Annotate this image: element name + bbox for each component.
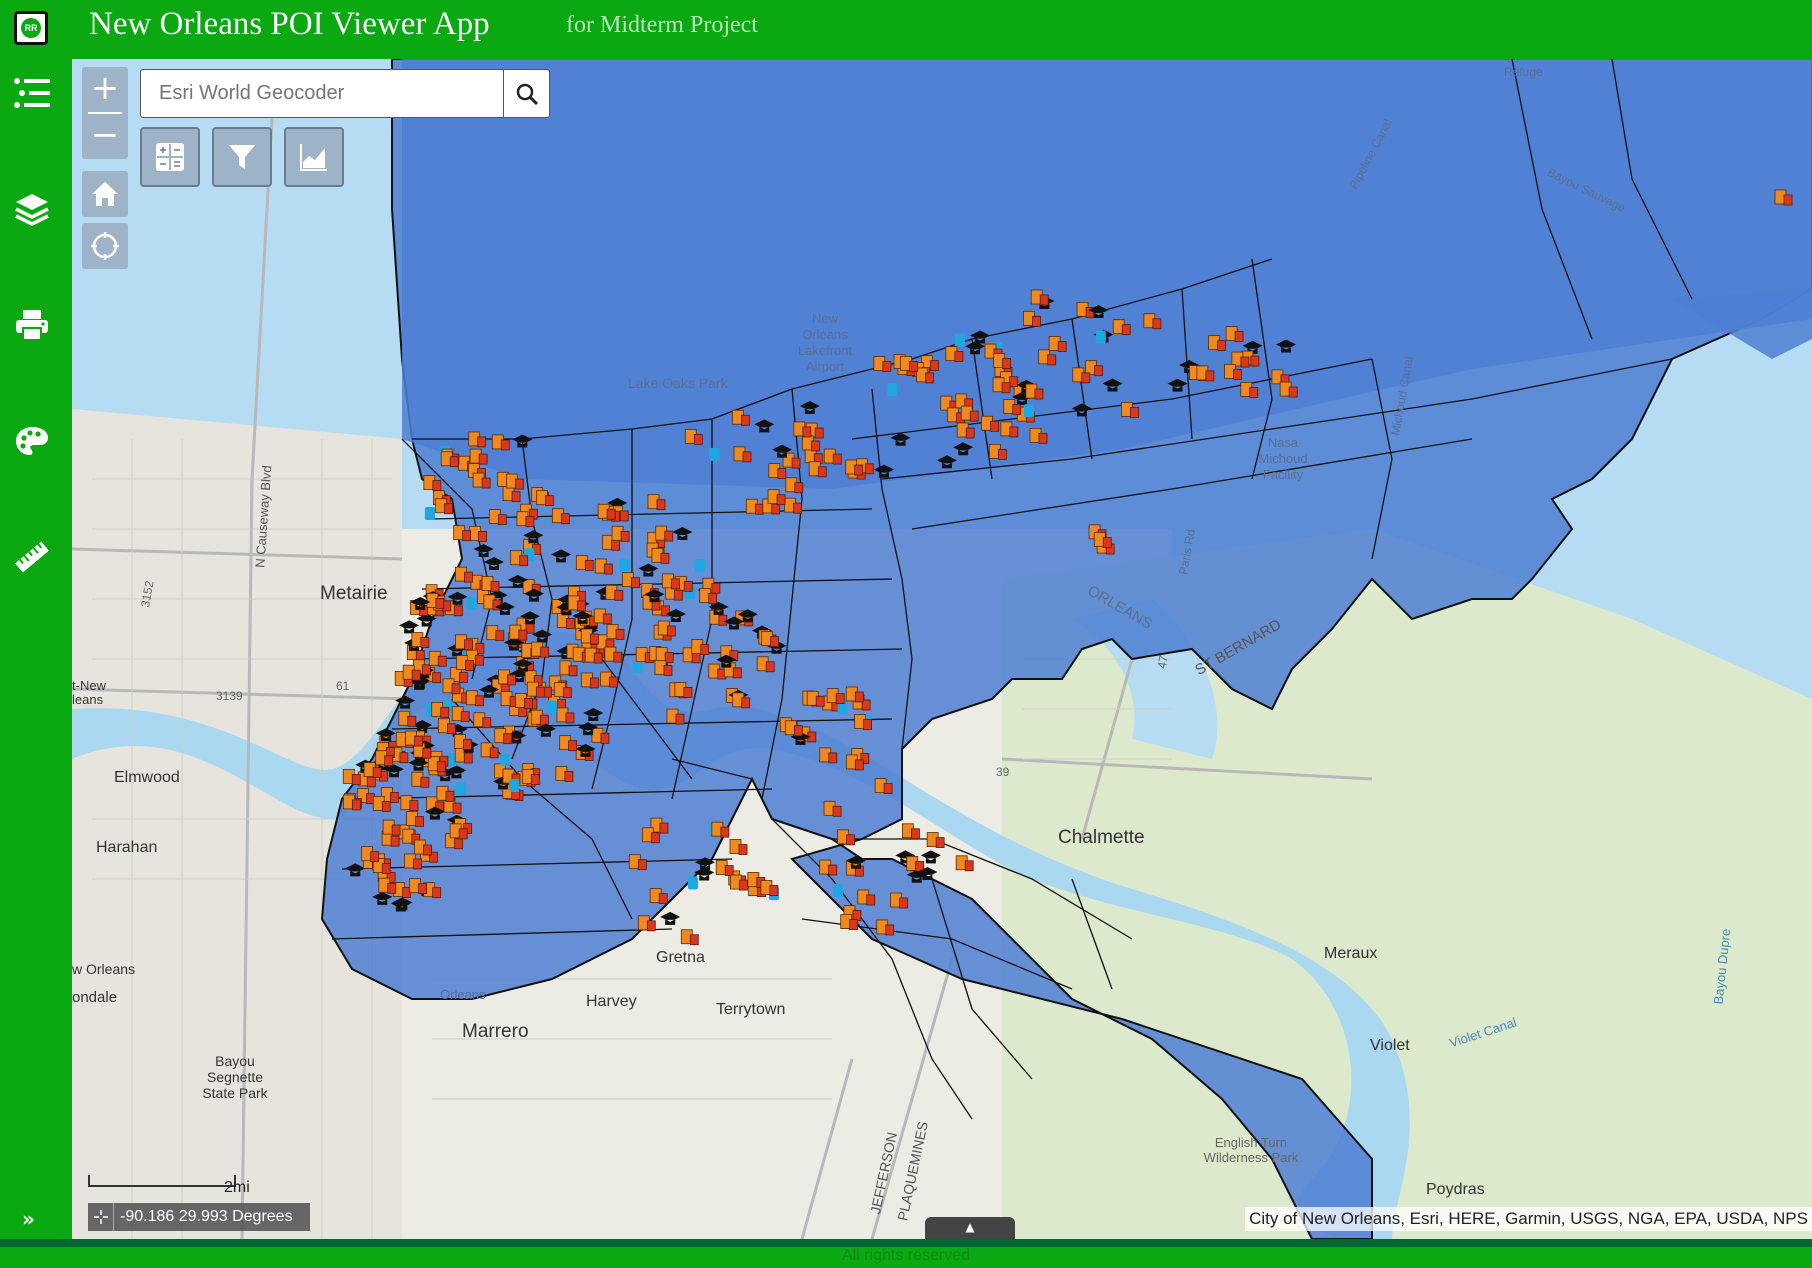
label-metairie: Metairie (320, 583, 388, 604)
chart-button[interactable] (284, 127, 344, 187)
label-bridge-city: t-New leans (72, 678, 106, 707)
home-button[interactable] (82, 171, 128, 217)
label-terrytown: Terrytown (716, 1001, 786, 1018)
poi-food-marker[interactable] (729, 839, 748, 855)
poi-other-marker[interactable] (687, 876, 698, 890)
label-route-3139: 3139 (216, 689, 243, 703)
calculator-button[interactable] (140, 127, 200, 187)
legend-button[interactable] (10, 71, 54, 115)
crosshair-icon (93, 1210, 108, 1224)
calculator-icon (156, 143, 184, 171)
poi-other-marker[interactable] (954, 333, 965, 347)
layers-button[interactable] (10, 187, 54, 231)
poi-other-marker[interactable] (887, 383, 898, 397)
search-input[interactable] (141, 70, 501, 117)
sidebar: » (0, 59, 72, 1239)
label-poydras: Poydras (1426, 1181, 1485, 1198)
attribution-toggle[interactable]: ▲ (925, 1217, 1015, 1239)
label-orleans-small: Orleans (440, 987, 486, 1002)
label-meraux: Meraux (1324, 945, 1378, 962)
poi-other-marker[interactable] (832, 883, 843, 897)
label-harahan: Harahan (96, 839, 158, 856)
scale-label: 2mi (224, 1179, 250, 1196)
poi-other-marker[interactable] (546, 700, 557, 714)
printer-icon (16, 310, 48, 341)
locate-icon (91, 232, 119, 260)
label-lakefront-airport: New Orleans Lakefront Airport (797, 311, 853, 374)
map-attribution: City of New Orleans, Esri, HERE, Garmin,… (1245, 1207, 1812, 1231)
label-gretna: Gretna (656, 949, 705, 966)
ruler-icon (15, 541, 49, 573)
map-view[interactable]: Metairie Elmwood Harahan Chalmette Gretn… (72, 59, 1812, 1239)
basemap (72, 59, 1812, 1239)
search-icon (516, 83, 539, 105)
poi-other-marker[interactable] (694, 559, 705, 573)
poi-food-marker[interactable] (906, 856, 925, 872)
home-icon (92, 182, 118, 206)
label-nasa: Nasa Michoud Facility (1258, 435, 1308, 482)
label-route-61: 61 (336, 679, 350, 693)
poi-other-marker[interactable] (466, 596, 477, 610)
label-avondale: ondale (72, 989, 118, 1006)
label-violet: Violet (1370, 1037, 1410, 1054)
label-refuge: Refuge (1504, 65, 1543, 79)
poi-food-marker[interactable] (760, 880, 779, 896)
poi-other-marker[interactable] (1024, 404, 1035, 418)
poi-other-marker[interactable] (709, 447, 720, 461)
label-harvey: Harvey (586, 993, 637, 1010)
zoom-in-button[interactable]: + (82, 67, 128, 112)
list-icon (14, 78, 50, 108)
label-elmwood: Elmwood (114, 769, 180, 786)
print-button[interactable] (10, 303, 54, 347)
poi-other-marker[interactable] (424, 506, 435, 520)
app-title: New Orleans POI Viewer App (89, 6, 490, 42)
label-chalmette: Chalmette (1058, 827, 1145, 848)
basemap-button[interactable] (10, 419, 54, 463)
label-route-47: 47 (1154, 654, 1171, 670)
search-button[interactable] (503, 70, 550, 117)
poi-other-marker[interactable] (619, 558, 630, 572)
app-subtitle: for Midterm Project (566, 12, 758, 38)
zoom-out-button[interactable]: − (82, 114, 128, 159)
palette-icon (16, 427, 48, 455)
poi-school-marker[interactable] (660, 911, 681, 925)
expand-sidebar-button[interactable]: » (22, 1207, 35, 1231)
zoom-control: + − (82, 67, 128, 159)
label-route-39: 39 (996, 765, 1010, 779)
poi-other-marker[interactable] (509, 779, 520, 793)
app-footer: All rights reserved (0, 1239, 1812, 1268)
coordinate-mode-button[interactable] (88, 1203, 114, 1231)
scale-bar (88, 1175, 236, 1187)
app-logo: RR (14, 11, 48, 45)
coordinate-readout: -90.186 29.993 Degrees (88, 1203, 310, 1231)
label-west-new-orleans: w Orleans (72, 961, 136, 977)
poi-food-marker[interactable] (680, 929, 699, 946)
poi-food-marker[interactable] (926, 832, 945, 848)
label-bayou-segnette: Bayou Segnette State Park (202, 1053, 268, 1101)
poi-food-marker[interactable] (902, 823, 920, 840)
filter-icon (229, 145, 255, 169)
poi-other-marker[interactable] (455, 782, 466, 796)
logo-text: RR (21, 18, 41, 38)
layers-icon (15, 194, 49, 226)
area-chart-icon (300, 144, 327, 171)
app-root: RR New Orleans POI Viewer App for Midter… (0, 0, 1812, 1268)
footer-divider (0, 1239, 1812, 1247)
label-marrero: Marrero (462, 1021, 529, 1042)
poi-food-marker[interactable] (715, 860, 734, 876)
poi-other-marker[interactable] (500, 752, 511, 766)
footer-text: All rights reserved (841, 1247, 971, 1264)
locate-button[interactable] (82, 223, 128, 269)
poi-other-marker[interactable] (1095, 330, 1106, 344)
filter-button[interactable] (212, 127, 272, 187)
app-header: RR New Orleans POI Viewer App for Midter… (0, 0, 1812, 59)
label-lake-oaks-park: Lake Oaks Park (628, 375, 728, 391)
label-english-turn: English Turn Wilderness Park (1203, 1135, 1299, 1165)
poi-school-marker[interactable] (399, 620, 420, 634)
coordinate-text: -90.186 29.993 Degrees (120, 1208, 293, 1225)
poi-food-marker[interactable] (955, 855, 974, 872)
geocoder-search (140, 69, 550, 118)
measure-button[interactable] (10, 535, 54, 579)
